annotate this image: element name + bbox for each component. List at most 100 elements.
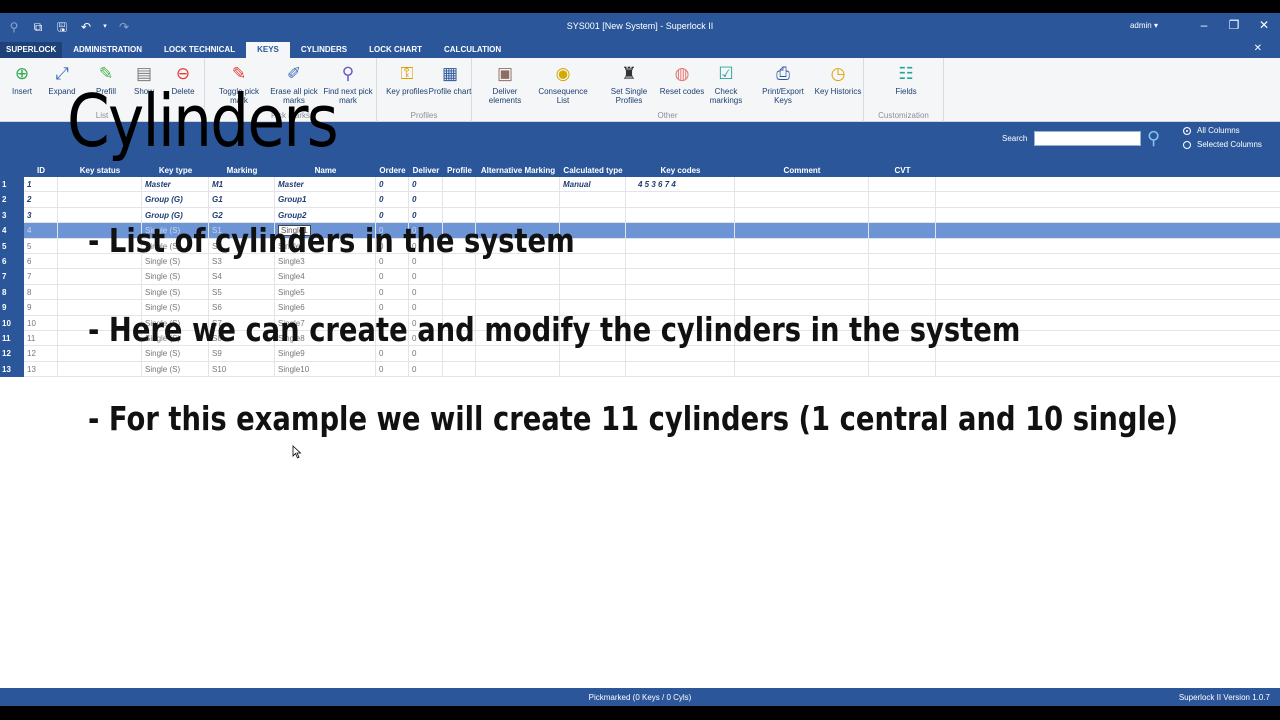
row-number[interactable]: 8 [0,284,24,301]
table-cell[interactable]: Single (S) [142,269,209,285]
table-cell[interactable] [560,361,626,378]
table-cell[interactable] [58,192,142,208]
table-cell[interactable]: Group (G) [142,192,209,208]
table-cell[interactable]: 13 [24,361,58,378]
table-cell[interactable] [735,223,869,239]
user-menu[interactable]: admin ▾ [1130,21,1158,30]
set-single-profiles-button[interactable]: ♜ Set Single Profiles [597,63,661,105]
table-cell[interactable] [560,192,626,208]
table-cell[interactable] [869,361,936,378]
table-cell[interactable] [443,284,476,301]
table-row[interactable]: 13 13 Single (S) S10 Single10 0 0 [0,361,1280,378]
table-cell[interactable] [735,284,869,301]
table-cell[interactable] [58,361,142,378]
tab-cylinders[interactable]: CYLINDERS [290,42,358,58]
table-row[interactable]: 1 1 Master M1 Master 0 0 Manual 4 5 3 6 7 4 [0,177,1280,193]
table-cell[interactable]: Single (S) [142,284,209,301]
check-markings-button[interactable]: ☑ Check markings [700,63,752,105]
search-input[interactable] [1034,131,1141,146]
col-calc-type[interactable]: Calculated type [560,165,626,177]
table-cell[interactable]: 12 [24,346,58,362]
table-cell[interactable] [443,192,476,208]
minimize-icon[interactable]: – [1196,17,1212,33]
table-cell[interactable] [869,223,936,239]
col-cvt[interactable]: CVT [869,165,936,177]
table-cell[interactable] [476,284,560,301]
row-number[interactable]: 9 [0,300,24,316]
table-cell[interactable] [735,361,869,378]
table-cell[interactable]: Group1 [275,192,376,208]
table-cell[interactable] [476,177,560,193]
close-tab-icon[interactable]: ✕ [1254,43,1262,54]
col-key-codes[interactable]: Key codes [626,165,735,177]
col-ordered[interactable]: Ordere [376,165,409,177]
table-cell[interactable] [443,177,476,193]
table-cell[interactable] [626,361,735,378]
key-historics-button[interactable]: ◷ Key Historics [812,63,864,96]
table-cell[interactable]: Single10 [275,361,376,378]
table-cell[interactable]: 0 [376,284,409,301]
table-row[interactable]: 8 8 Single (S) S5 Single5 0 0 [0,284,1280,301]
table-cell[interactable]: Master [275,177,376,193]
row-number[interactable]: 10 [0,315,24,331]
table-cell[interactable] [869,207,936,224]
table-cell[interactable]: G1 [209,192,275,208]
table-cell[interactable] [560,269,626,285]
table-cell[interactable]: 0 [409,177,443,193]
radio-selected-columns[interactable]: Selected Columns [1183,140,1262,149]
col-marking[interactable]: Marking [209,165,275,177]
table-cell[interactable] [626,269,735,285]
table-cell[interactable] [735,254,869,270]
table-cell[interactable]: 1 [24,177,58,193]
table-cell[interactable]: 0 [376,177,409,193]
col-comment[interactable]: Comment [735,165,869,177]
table-cell[interactable] [735,238,869,254]
close-icon[interactable]: ✕ [1256,17,1272,33]
table-cell[interactable] [869,192,936,208]
table-cell[interactable]: 0 [376,269,409,285]
table-cell[interactable]: 9 [24,300,58,316]
row-number[interactable]: 3 [0,207,24,224]
row-number[interactable]: 4 [0,223,24,239]
table-cell[interactable]: 2 [24,192,58,208]
tab-lock-chart[interactable]: LOCK CHART [358,42,433,58]
table-row[interactable]: 7 7 Single (S) S4 Single4 0 0 [0,269,1280,285]
table-cell[interactable]: 0 [409,361,443,378]
consequence-list-button[interactable]: ◉ Consequence List [537,63,589,105]
table-cell[interactable]: 4 5 3 6 7 4 [626,177,735,193]
table-cell[interactable] [735,177,869,193]
table-cell[interactable] [735,207,869,224]
table-cell[interactable]: 5 [24,238,58,254]
table-cell[interactable]: S5 [209,284,275,301]
restore-icon[interactable]: ❐ [1226,17,1242,33]
table-cell[interactable] [869,238,936,254]
row-number[interactable]: 7 [0,269,24,285]
col-id[interactable]: ID [24,165,58,177]
table-cell[interactable]: 10 [24,315,58,331]
table-cell[interactable] [869,254,936,270]
col-alt-marking[interactable]: Alternative Marking [476,165,560,177]
radio-all-columns[interactable]: All Columns [1183,126,1240,135]
row-number[interactable]: 12 [0,346,24,362]
print-export-keys-button[interactable]: ⎙ Print/Export Keys [754,63,812,105]
table-cell[interactable] [476,269,560,285]
search-icon[interactable]: ⚲ [1147,127,1169,149]
table-cell[interactable]: 0 [409,284,443,301]
deliver-elements-button[interactable]: ▣ Deliver elements [479,63,531,105]
table-cell[interactable]: 0 [409,192,443,208]
col-delivered[interactable]: Deliver [409,165,443,177]
tab-keys[interactable]: KEYS [246,42,290,58]
table-cell[interactable]: 3 [24,207,58,224]
col-name[interactable]: Name [275,165,376,177]
table-cell[interactable] [626,207,735,224]
table-cell[interactable] [626,192,735,208]
table-cell[interactable] [735,269,869,285]
table-cell[interactable]: M1 [209,177,275,193]
row-number[interactable]: 5 [0,238,24,254]
table-cell[interactable]: Master [142,177,209,193]
tab-calculation[interactable]: CALCULATION [433,42,512,58]
table-cell[interactable]: 0 [376,192,409,208]
table-cell[interactable]: Single (S) [142,361,209,378]
table-cell[interactable]: S10 [209,361,275,378]
row-number[interactable]: 2 [0,192,24,208]
